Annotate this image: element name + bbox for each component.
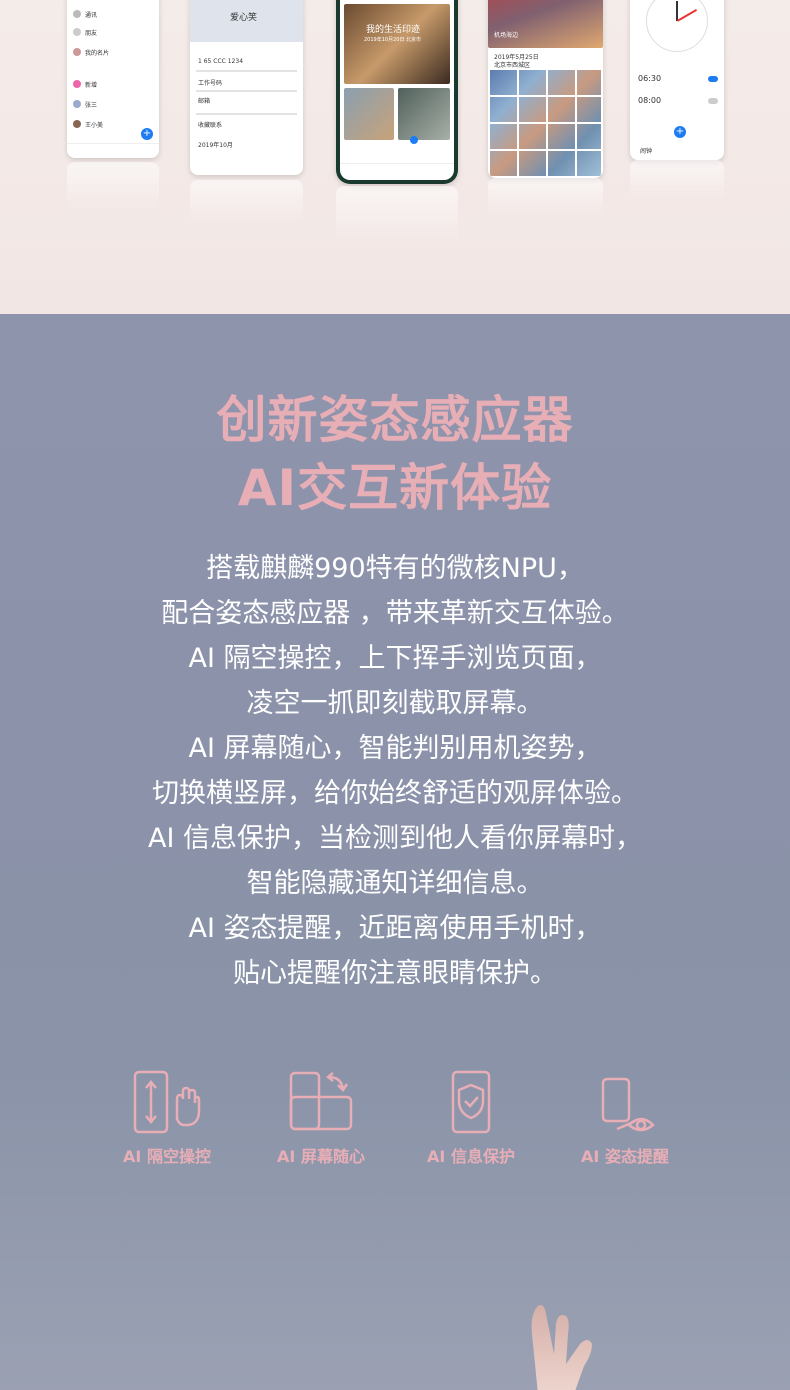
alarm-toggle-on[interactable] — [708, 76, 718, 82]
privacy-shield-icon — [451, 1070, 491, 1134]
headline-line2: AI交互新体验 — [237, 459, 553, 517]
gallery-bottom-nav — [340, 163, 454, 180]
add-alarm-button[interactable]: + — [674, 126, 686, 138]
screen-rotate-icon — [289, 1071, 353, 1131]
description: 搭载麒麟990特有的微核NPU， 配合姿态感应器 ，带来革新交互体验。 AI 隔… — [0, 546, 790, 996]
feature-section: 创新姿态感应器 AI交互新体验 搭载麒麟990特有的微核NPU， 配合姿态感应器… — [0, 314, 790, 1390]
air-gesture-icon — [133, 1070, 201, 1134]
photos-screen-preview: 机场海边 2019年5月25日 北京市西城区 — [488, 0, 603, 178]
contacts-screen-preview: 通讯 朋友 我的名片 新增 张三 王小美 + — [67, 0, 159, 158]
clock-face-icon — [646, 0, 708, 52]
hand-photo — [531, 1305, 592, 1390]
feature-label: AI 隔空操控 — [123, 1147, 211, 1166]
description-line: 凌空一抓即刻截取屏幕。 — [246, 688, 544, 719]
feature-label: AI 信息保护 — [427, 1147, 515, 1166]
bottom-nav — [67, 143, 159, 158]
app-preview-strip: 通讯 朋友 我的名片 新增 张三 王小美 + 爱心笑 1 65 CCC 1234… — [0, 0, 790, 314]
feature-eye-care: AI 姿态提醒 — [550, 1069, 700, 1167]
feature-label: AI 屏幕随心 — [277, 1147, 365, 1166]
alarm-toggle-off[interactable] — [708, 98, 718, 104]
profile-screen-preview: 爱心笑 1 65 CCC 1234 工作号码 邮箱 收藏联系 2019年10月 — [190, 0, 303, 175]
description-line: 智能隐藏通知详细信息。 — [246, 868, 544, 899]
description-line: 贴心提醒你注意眼睛保护。 — [233, 958, 557, 989]
feature-air-gesture: AI 隔空操控 — [92, 1069, 242, 1167]
feature-label: AI 姿态提醒 — [581, 1147, 669, 1166]
feature-privacy: AI 信息保护 — [396, 1069, 546, 1167]
description-line: AI 信息保护，当检测到他人看你屏幕时， — [147, 823, 642, 854]
description-line: AI 屏幕随心，智能判别用机姿势， — [188, 733, 602, 764]
eye-care-icon — [601, 1077, 655, 1132]
description-line: 搭载麒麟990特有的微核NPU， — [206, 553, 584, 584]
description-line: AI 姿态提醒，近距离使用手机时， — [188, 913, 602, 944]
description-line: AI 隔空操控，上下挥手浏览页面， — [188, 643, 602, 674]
description-line: 切换横竖屏，给你始终舒适的观屏体验。 — [152, 778, 638, 809]
feature-screen-rotate: AI 屏幕随心 — [246, 1069, 396, 1167]
gallery-screen-preview: 我的生活印迹 2019年10月20日 北京市 — [336, 0, 458, 184]
headline-line1: 创新姿态感应器 — [216, 391, 574, 449]
add-contact-button[interactable]: + — [141, 128, 153, 140]
description-line: 配合姿态感应器 ，带来革新交互体验。 — [161, 598, 629, 629]
clock-screen-preview: 06:30 08:00 + 闹钟 — [630, 0, 724, 160]
